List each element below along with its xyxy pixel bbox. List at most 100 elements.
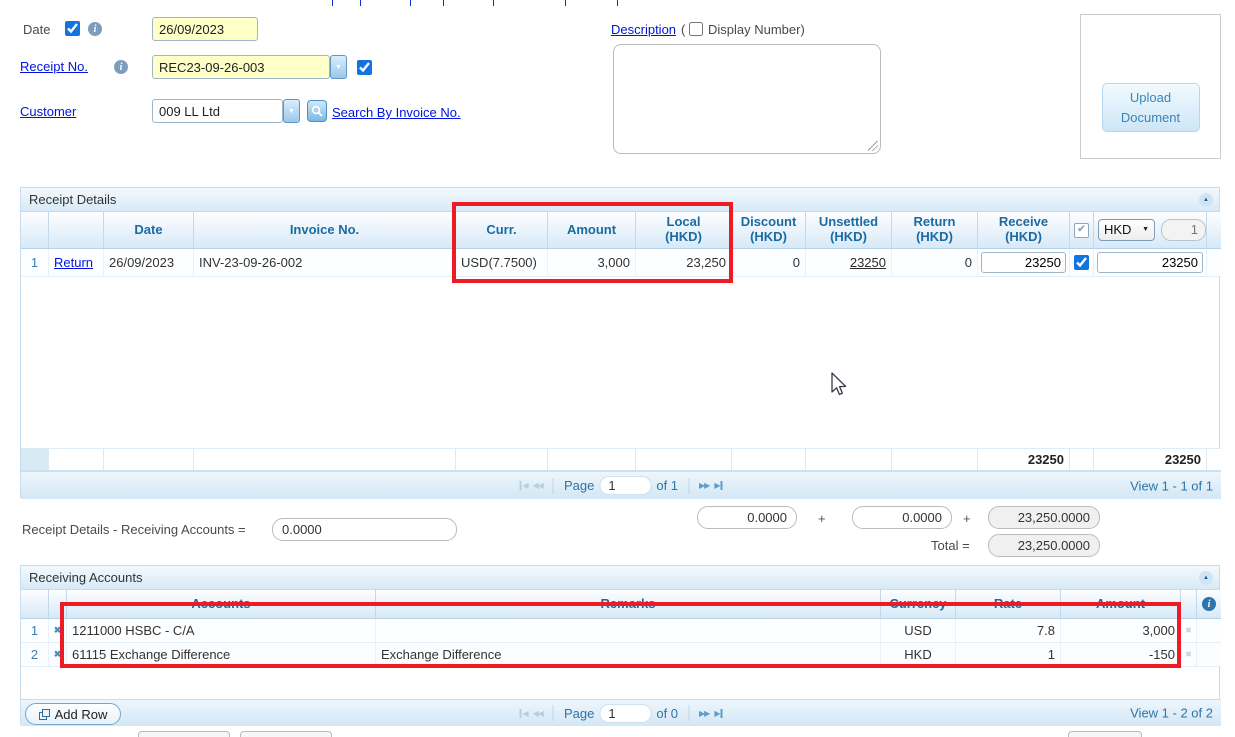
col-local-header[interactable]: Local (HKD) [636, 212, 732, 248]
row-action-icon[interactable]: ✖ [1185, 626, 1192, 635]
col-accounts-header[interactable]: Accounts [67, 590, 376, 618]
currency-select[interactable]: HKD ▼ [1098, 219, 1155, 241]
pagination-first-button[interactable]: ◀ [520, 481, 528, 490]
pagination-prev-button[interactable]: ◀◀ [533, 709, 543, 718]
receiving-accounts-pagination-bar: Add Row ◀ ◀◀ Page of 0 ▶▶ ▶ View 1 - 2 o… [21, 699, 1221, 726]
date-input[interactable] [152, 17, 258, 41]
display-number-checkbox[interactable] [689, 22, 703, 36]
upload-document-button[interactable]: Upload Document [1102, 83, 1200, 132]
collapse-panel-button[interactable]: ▲ [1199, 571, 1213, 585]
description-textarea[interactable] [613, 44, 881, 154]
reconcile-input[interactable] [272, 518, 457, 541]
search-by-invoice-link[interactable]: Search By Invoice No. [332, 105, 461, 120]
cell-account[interactable]: 61115 Exchange Difference [67, 643, 376, 666]
col-invoice-header[interactable]: Invoice No. [194, 212, 456, 248]
panel-title: Receiving Accounts [29, 570, 142, 585]
receipt-details-title-bar: Receipt Details ▲ [21, 188, 1219, 212]
col-receive-header[interactable]: Receive (HKD) [978, 212, 1070, 248]
col-date-header[interactable]: Date [104, 212, 194, 248]
pagination-last-button[interactable]: ▶ [714, 709, 722, 718]
col-delete-header [49, 590, 67, 618]
date-checkbox[interactable] [65, 21, 80, 36]
pagination-next-button[interactable]: ▶▶ [699, 481, 709, 490]
receipt-no-info-icon[interactable]: i [114, 60, 128, 74]
pagination-next-button[interactable]: ▶▶ [699, 709, 709, 718]
select-all-checkbox[interactable]: ✔ [1074, 223, 1089, 238]
date-info-icon[interactable]: i [88, 22, 102, 36]
tab-divider-tick [360, 0, 361, 6]
col-rownum-header [21, 212, 49, 248]
cell-account[interactable]: 1211000 HSBC - C/A [67, 619, 376, 642]
receipt-no-dropdown-button[interactable]: ▼ [330, 55, 347, 79]
info-icon[interactable]: i [1202, 597, 1216, 611]
pagination-separator [688, 478, 689, 494]
cell-invoice-no: INV-23-09-26-002 [194, 249, 456, 276]
receive-amount-input[interactable] [981, 252, 1066, 273]
cell-currency: USD(7.7500) [456, 249, 548, 276]
delete-row-icon[interactable]: ✖ [54, 649, 62, 660]
row-number-cell: 1 [21, 619, 49, 642]
tab-divider-tick [493, 0, 494, 6]
add-row-icon [39, 709, 50, 720]
col-discount-header[interactable]: Discount (HKD) [732, 212, 806, 248]
page-label: Page [564, 478, 594, 493]
chevron-down-icon: ▼ [335, 64, 342, 71]
cut-off-button[interactable] [138, 731, 230, 737]
display-number-prefix: ( [681, 22, 685, 37]
cell-date: 26/09/2023 [104, 249, 194, 276]
receipt-row: 1 Return 26/09/2023 INV-23-09-26-002 USD… [21, 249, 1221, 277]
total-label: Total = [931, 538, 970, 553]
return-link[interactable]: Return [54, 255, 93, 270]
row-number-cell: 1 [21, 249, 49, 276]
search-by-invoice-button[interactable] [307, 100, 327, 122]
col-currency-header[interactable]: Currency [881, 590, 956, 618]
row-action-icon[interactable]: ✖ [1185, 650, 1192, 659]
tab-divider-tick [410, 0, 411, 6]
col-currency-header[interactable]: Curr. [456, 212, 548, 248]
tab-divider-tick [565, 0, 566, 6]
grid-header-row: Date Invoice No. Curr. Amount Local (HKD… [21, 212, 1221, 249]
receipt-no-confirm-checkbox[interactable] [357, 60, 372, 75]
customer-input[interactable] [152, 99, 283, 123]
col-rate-header[interactable]: Rate [956, 590, 1061, 618]
pagination-last-button[interactable]: ▶ [714, 481, 722, 490]
cell-rate[interactable]: 7.8 [956, 619, 1061, 642]
customer-dropdown-button[interactable]: ▼ [283, 99, 300, 123]
upload-document-panel: Upload Document [1080, 14, 1221, 159]
chevron-down-icon: ▼ [1142, 226, 1149, 234]
cell-rate[interactable]: 1 [956, 643, 1061, 666]
col-rownum-header [21, 590, 49, 618]
collapse-arrow-icon: ▲ [1203, 566, 1209, 590]
unsettled-link[interactable]: 23250 [850, 255, 886, 270]
receipt-no-link[interactable]: Receipt No. [20, 59, 88, 74]
cell-remarks[interactable] [376, 619, 881, 642]
plus-sign: + [818, 511, 826, 526]
pagination-first-button[interactable]: ◀ [520, 709, 528, 718]
page-input[interactable] [599, 476, 651, 495]
cell-amount[interactable]: -150 [1061, 643, 1181, 666]
cell-amount[interactable]: 3,000 [1061, 619, 1181, 642]
page-input[interactable] [599, 704, 651, 723]
cut-off-button[interactable] [240, 731, 332, 737]
pagination-separator [688, 705, 689, 721]
receipt-no-input[interactable] [152, 55, 330, 79]
cell-remarks[interactable]: Exchange Difference [376, 643, 881, 666]
col-amount-header[interactable]: Amount [1061, 590, 1181, 618]
cell-local-amount: 23,250 [636, 249, 732, 276]
cut-off-button[interactable] [1068, 731, 1142, 737]
col-unsettled-header[interactable]: Unsettled (HKD) [806, 212, 892, 248]
total-field [988, 534, 1100, 557]
pagination-prev-button[interactable]: ◀◀ [533, 481, 543, 490]
receive-amount2-input[interactable] [1097, 252, 1203, 273]
customer-link[interactable]: Customer [20, 104, 76, 119]
col-remarks-header[interactable]: Remarks [376, 590, 881, 618]
row-select-checkbox[interactable] [1074, 255, 1089, 270]
col-amount-header[interactable]: Amount [548, 212, 636, 248]
collapse-panel-button[interactable]: ▲ [1199, 193, 1213, 207]
delete-row-icon[interactable]: ✖ [54, 625, 62, 636]
col-return-amt-header[interactable]: Return (HKD) [892, 212, 978, 248]
description-link[interactable]: Description [611, 22, 676, 37]
cell-currency: HKD [881, 643, 956, 666]
add-row-button[interactable]: Add Row [25, 703, 121, 725]
collapse-arrow-icon: ▲ [1203, 188, 1209, 212]
